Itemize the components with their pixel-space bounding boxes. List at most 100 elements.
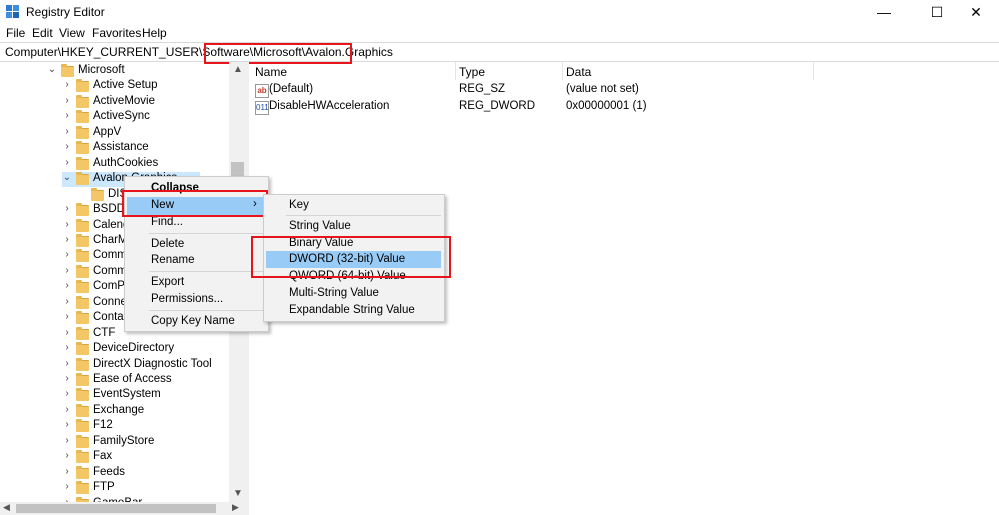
chevron-right-icon[interactable]: ›: [62, 450, 72, 461]
chevron-right-icon[interactable]: ›: [62, 311, 72, 322]
tree-horizontal-scrollbar[interactable]: ◀ ▶: [0, 502, 246, 515]
folder-icon: [76, 481, 89, 495]
chevron-right-icon[interactable]: ›: [62, 234, 72, 245]
tree-item-label: Assistance: [93, 141, 149, 154]
column-divider[interactable]: [813, 62, 814, 80]
folder-icon: [76, 403, 89, 417]
menu-item-delete[interactable]: Delete: [151, 238, 184, 250]
chevron-right-icon[interactable]: ›: [62, 466, 72, 477]
folder-icon: [76, 419, 89, 433]
chevron-right-icon[interactable]: ›: [62, 327, 72, 338]
chevron-right-icon[interactable]: ›: [62, 388, 72, 399]
menu-item-copy-key-name[interactable]: Copy Key Name: [151, 315, 235, 327]
menu-separator: [149, 271, 264, 272]
folder-icon: [76, 450, 89, 464]
tree-item-label: AuthCookies: [93, 156, 159, 169]
tree-item-label: DeviceDirectory: [93, 342, 175, 355]
value-type: REG_DWORD: [459, 100, 536, 112]
chevron-right-icon[interactable]: ›: [62, 373, 72, 384]
folder-icon: [76, 110, 89, 124]
column-divider[interactable]: [562, 62, 563, 80]
chevron-right-icon[interactable]: ›: [62, 404, 72, 415]
chevron-right-icon[interactable]: ›: [62, 296, 72, 307]
menu-item-find[interactable]: Find...: [151, 216, 183, 228]
menu-item-rename[interactable]: Rename: [151, 254, 194, 266]
folder-icon: [76, 156, 89, 170]
scroll-down-icon[interactable]: ▼: [233, 488, 243, 499]
scroll-up-icon[interactable]: ▲: [233, 64, 243, 75]
menu-favorites[interactable]: Favorites: [92, 26, 141, 40]
annotation-highlight-path: [204, 43, 352, 64]
chevron-down-icon[interactable]: ⌄: [62, 172, 72, 183]
scroll-left-icon[interactable]: ◀: [3, 502, 10, 513]
menu-item-export[interactable]: Export: [151, 276, 184, 288]
menu-item-permissions[interactable]: Permissions...: [151, 293, 223, 305]
menu-help[interactable]: Help: [142, 26, 167, 40]
chevron-right-icon[interactable]: ›: [62, 249, 72, 260]
chevron-right-icon[interactable]: ›: [62, 110, 72, 121]
chevron-right-icon[interactable]: ›: [62, 219, 72, 230]
tree-item-label: FTP: [93, 481, 115, 494]
tree-item-label: F12: [93, 419, 113, 432]
annotation-highlight-dword: [251, 236, 451, 278]
chevron-right-icon[interactable]: ›: [62, 481, 72, 492]
folder-icon: [76, 465, 89, 479]
submenu-item-key[interactable]: Key: [289, 199, 309, 211]
submenu-item-string-value[interactable]: String Value: [289, 220, 351, 232]
column-divider[interactable]: [455, 62, 456, 80]
list-item[interactable]: 011 DisableHWAcceleration REG_DWORD 0x00…: [255, 100, 855, 116]
registry-app-icon: [6, 5, 20, 19]
folder-icon: [76, 311, 89, 325]
chevron-right-icon[interactable]: ›: [62, 342, 72, 353]
chevron-right-icon[interactable]: ›: [62, 141, 72, 152]
folder-icon: [61, 64, 74, 77]
submenu-item-multi-string-value[interactable]: Multi-String Value: [289, 287, 379, 299]
folder-icon: [76, 342, 89, 356]
folder-icon: [76, 280, 89, 294]
tree-item-label: FamilyStore: [93, 434, 155, 447]
tree-item-label: DirectX Diagnostic Tool: [93, 357, 212, 370]
chevron-right-icon[interactable]: ›: [62, 280, 72, 291]
close-button[interactable]: ✕: [953, 0, 999, 24]
folder-icon: [76, 388, 89, 402]
menu-separator: [149, 310, 264, 311]
chevron-right-icon[interactable]: ›: [62, 126, 72, 137]
string-value-icon: ab: [255, 84, 269, 98]
hscroll-thumb[interactable]: [16, 504, 216, 513]
chevron-right-icon[interactable]: ›: [62, 157, 72, 168]
menu-view[interactable]: View: [59, 26, 85, 40]
folder-icon: [76, 79, 89, 93]
scroll-right-icon[interactable]: ▶: [232, 502, 239, 513]
column-header-data[interactable]: Data: [566, 65, 591, 79]
tree-item-label: AppV: [93, 125, 122, 138]
scroll-thumb[interactable]: [231, 162, 244, 176]
minimize-button[interactable]: —: [861, 0, 907, 24]
chevron-right-icon[interactable]: ›: [62, 95, 72, 106]
chevron-right-icon[interactable]: ›: [62, 419, 72, 430]
chevron-right-icon[interactable]: ›: [62, 358, 72, 369]
value-data: (value not set): [566, 83, 639, 95]
menu-file[interactable]: File: [6, 26, 25, 40]
tree-item-label: ActiveMovie: [93, 94, 155, 107]
tree-item-label: Ease of Access: [93, 373, 172, 385]
submenu-item-expandable-string-value[interactable]: Expandable String Value: [289, 304, 415, 316]
window-title: Registry Editor: [26, 5, 105, 19]
menu-edit[interactable]: Edit: [32, 26, 53, 40]
tree-item-label: Fax: [93, 450, 113, 463]
list-item[interactable]: ab (Default) REG_SZ (value not set): [255, 83, 855, 99]
value-name: (Default): [269, 83, 314, 95]
chevron-right-icon[interactable]: ›: [62, 265, 72, 276]
chevron-down-icon[interactable]: ⌄: [47, 64, 57, 75]
folder-icon: [76, 373, 89, 386]
column-header-name[interactable]: Name: [255, 65, 287, 79]
annotation-highlight-new: [122, 190, 268, 217]
folder-icon: [76, 326, 89, 340]
chevron-right-icon[interactable]: ›: [62, 435, 72, 446]
tree-item-label: EventSystem: [93, 388, 161, 401]
folder-icon: [76, 264, 89, 278]
chevron-right-icon[interactable]: ›: [62, 203, 72, 214]
column-header-type[interactable]: Type: [459, 65, 485, 79]
tree-item-label: ActiveSync: [93, 110, 150, 123]
chevron-right-icon[interactable]: ›: [62, 79, 72, 90]
address-bar[interactable]: Computer\HKEY_CURRENT_USER\Software\Micr…: [0, 42, 999, 62]
